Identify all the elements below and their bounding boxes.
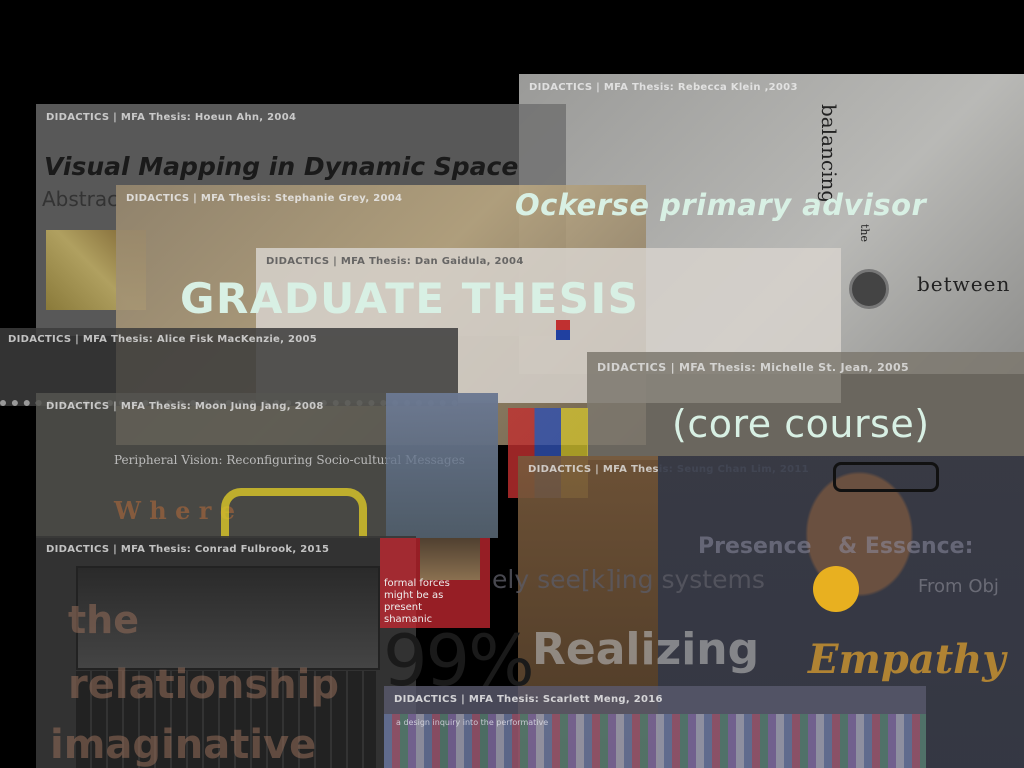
circle-mark (849, 269, 889, 309)
panel-label: DIDACTICS | MFA Thesis: Conrad Fulbrook,… (46, 544, 330, 555)
ornate-frame-image (221, 488, 367, 538)
forces-text-1: formal forces (384, 578, 450, 589)
panel-label: DIDACTICS | MFA Thesis: Stephanie Grey, … (126, 193, 403, 204)
thesis-text-systems: ely see[k]ing systems (492, 565, 765, 594)
thesis-panel-moon-jung-jang: DIDACTICS | MFA Thesis: Moon Jung Jang, … (36, 393, 498, 538)
slide-heading: GRADUATE THESIS (180, 274, 640, 323)
smiley-face-icon (813, 566, 859, 612)
glasses-shape (833, 462, 939, 492)
thesis-text-vertical-small: the (858, 224, 871, 243)
slide-subheading: (core course) (672, 402, 930, 446)
advisor-note: Ockerse primary advisor (515, 188, 927, 222)
thesis-title: Visual Mapping in Dynamic Space (44, 152, 519, 181)
panel-label: DIDACTICS | MFA Thesis: Hoeun Ahn, 2004 (46, 112, 297, 123)
color-block-image (386, 393, 498, 538)
panel-label: DIDACTICS | MFA Thesis: Moon Jung Jang, … (46, 401, 324, 412)
thesis-subtitle: Abstrac (42, 187, 119, 211)
flag-image (556, 320, 570, 340)
thesis-text-relationship: relationship (68, 662, 339, 708)
panel-label: DIDACTICS | MFA Thesis: Scarlett Meng, 2… (394, 694, 663, 705)
panel-label: DIDACTICS | MFA Thesis: Michelle St. Jea… (597, 361, 909, 374)
thesis-text-empathy: Empathy (808, 636, 1006, 683)
panel-label: DIDACTICS | MFA Thesis: Alice Fisk MacKe… (8, 334, 318, 345)
forces-text-3: present (384, 602, 423, 613)
thesis-text-the: the (68, 598, 139, 642)
thesis-word-where: W h e r e (114, 496, 236, 525)
thesis-panel-scarlett-meng: DIDACTICS | MFA Thesis: Scarlett Meng, 2… (384, 686, 926, 768)
panel-label: DIDACTICS | MFA Thesis: Rebecca Klein ,2… (529, 82, 798, 93)
forces-text-2: might be as (384, 590, 444, 601)
meng-subtitle: a design inquiry into the performative (396, 718, 549, 727)
thesis-text-presence: Presence (698, 534, 812, 559)
panel-label: DIDACTICS | MFA Thesis: Dan Gaidula, 200… (266, 256, 524, 267)
thesis-text-realizing: Realizing (532, 624, 760, 675)
thesis-text-essence: & Essence: (838, 534, 974, 559)
thesis-text-from-obj: From Obj (918, 576, 999, 597)
thesis-text-imaginative: imaginative (50, 722, 317, 768)
thesis-text-between: between (917, 272, 1011, 296)
figure-photo (420, 538, 480, 580)
